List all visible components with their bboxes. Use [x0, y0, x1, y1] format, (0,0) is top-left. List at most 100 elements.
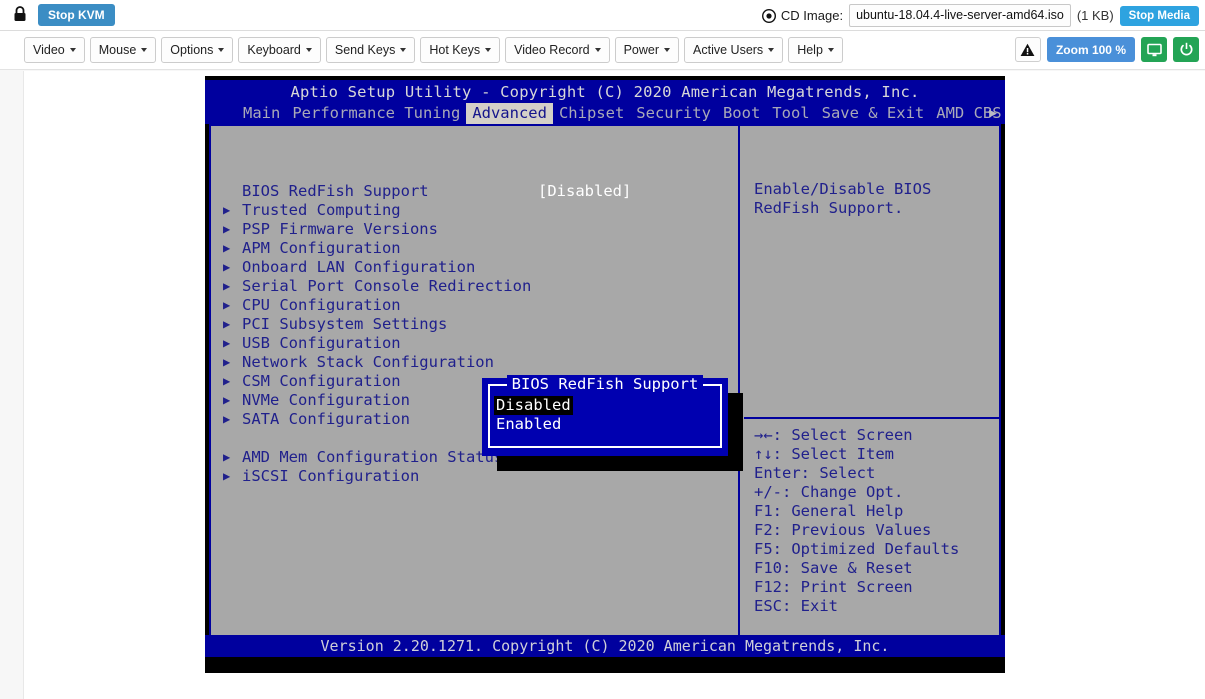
cd-image-size: (1 KB) [1076, 8, 1114, 23]
chevron-down-icon [218, 48, 225, 52]
bios-tab-advanced[interactable]: Advanced [466, 103, 553, 124]
setting-row-serial-port-console-redirection[interactable]: ▶ Serial Port Console Redirection [223, 277, 733, 296]
bios-popup-dialog[interactable]: BIOS RedFish Support Disabled Enabled [482, 375, 728, 456]
bios-titlebar: Aptio Setup Utility - Copyright (C) 2020… [205, 80, 1005, 124]
setting-value: [Disabled] [538, 182, 632, 200]
bios-tab-main[interactable]: Main [237, 103, 286, 124]
setting-label: iSCSI Configuration [242, 467, 420, 485]
setting-row-cpu-configuration[interactable]: ▶ CPU Configuration [223, 296, 733, 315]
submenu-arrow-icon: ▶ [223, 317, 231, 331]
setting-label: AMD Mem Configuration Status [242, 448, 504, 466]
setting-label: USB Configuration [242, 334, 401, 352]
bios-popup-option-list: Disabled Enabled [494, 395, 573, 433]
submenu-arrow-icon: ▶ [223, 450, 231, 464]
setting-label: NVMe Configuration [242, 391, 410, 409]
monitor-icon[interactable] [1141, 37, 1167, 62]
submenu-arrow-icon: ▶ [223, 336, 231, 350]
menu-video[interactable]: Video [24, 37, 85, 63]
bios-console-screen[interactable]: Aptio Setup Utility - Copyright (C) 2020… [205, 76, 1005, 673]
bios-help-description: Enable/Disable BIOS RedFish Support. [754, 180, 932, 217]
menu-options[interactable]: Options [161, 37, 234, 63]
kvm-top-bar: Stop KVM CD Image: ubuntu-18.04.4-live-s… [0, 0, 1205, 31]
menu-mouse[interactable]: Mouse [89, 37, 157, 63]
popup-option-enabled[interactable]: Enabled [494, 415, 563, 434]
key-help-general-help: F1: General Help [754, 502, 904, 520]
submenu-arrow-icon: ▶ [223, 469, 231, 483]
setting-row-trusted-computing[interactable]: ▶ Trusted Computing [223, 201, 733, 220]
menu-video-record-label: Video Record [514, 43, 590, 57]
menu-options-label: Options [170, 43, 214, 57]
menu-video-record[interactable]: Video Record [505, 37, 610, 63]
menu-video-label: Video [33, 43, 65, 57]
setting-label: CPU Configuration [242, 296, 401, 314]
bios-tab-security[interactable]: Security [630, 103, 717, 124]
popup-option-disabled[interactable]: Disabled [494, 396, 573, 415]
setting-row-onboard-lan-configuration[interactable]: ▶ Onboard LAN Configuration [223, 258, 733, 277]
menu-keyboard[interactable]: Keyboard [238, 37, 321, 63]
chevron-down-icon [305, 48, 312, 52]
submenu-arrow-icon: ▶ [223, 393, 231, 407]
bios-tab-save-exit[interactable]: Save & Exit [816, 103, 931, 124]
menu-active-users[interactable]: Active Users [684, 37, 784, 63]
chevron-down-icon [485, 48, 492, 52]
menu-help-label: Help [797, 43, 823, 57]
chevron-down-icon [69, 48, 76, 52]
chevron-down-icon [827, 48, 834, 52]
submenu-arrow-icon: ▶ [223, 298, 231, 312]
setting-label: PSP Firmware Versions [242, 220, 438, 238]
zoom-level-button[interactable]: Zoom 100 % [1046, 37, 1135, 62]
tab-scroll-right-icon[interactable]: ▶ [989, 106, 997, 121]
bios-footer-bar: Version 2.20.1271. Copyright (C) 2020 Am… [205, 635, 1005, 657]
key-help-previous-values: F2: Previous Values [754, 521, 932, 539]
chevron-down-icon [768, 48, 775, 52]
chevron-down-icon [141, 48, 148, 52]
warning-triangle-icon[interactable] [1014, 37, 1041, 62]
setting-row-psp-firmware-versions[interactable]: ▶ PSP Firmware Versions [223, 220, 733, 239]
power-icon[interactable] [1173, 37, 1199, 62]
kvm-menu-toolbar: Video Mouse Options Keyboard Send Keys H… [0, 32, 1205, 70]
submenu-arrow-icon: ▶ [223, 412, 231, 426]
bios-tab-tool[interactable]: Tool [766, 103, 815, 124]
bios-tab-boot[interactable]: Boot [717, 103, 766, 124]
menu-active-users-label: Active Users [693, 43, 764, 57]
submenu-arrow-icon: ▶ [223, 279, 231, 293]
bios-tab-chipset[interactable]: Chipset [553, 103, 630, 124]
setting-label: SATA Configuration [242, 410, 410, 428]
menu-send-keys-label: Send Keys [334, 43, 396, 57]
setting-label: Serial Port Console Redirection [242, 277, 532, 295]
submenu-arrow-icon: ▶ [223, 203, 231, 217]
menu-send-keys[interactable]: Send Keys [325, 37, 416, 63]
setting-row-pci-subsystem-settings[interactable]: ▶ PCI Subsystem Settings [223, 315, 733, 334]
menu-power[interactable]: Power [614, 37, 680, 63]
bios-footer-version: Version 2.20.1271. Copyright (C) 2020 Am… [320, 637, 890, 655]
key-help-select-item: ↑↓: Select Item [754, 445, 894, 463]
menu-help[interactable]: Help [788, 37, 843, 63]
setting-label: BIOS RedFish Support [242, 182, 429, 200]
stop-media-button[interactable]: Stop Media [1119, 5, 1199, 26]
submenu-arrow-icon: ▶ [223, 260, 231, 274]
menu-mouse-label: Mouse [98, 43, 137, 57]
bios-key-help-list: →←: Select Screen ↑↓: Select Item Enter:… [754, 426, 994, 616]
menu-hot-keys[interactable]: Hot Keys [420, 37, 501, 63]
toolbar-right-group: Zoom 100 % [1014, 37, 1199, 62]
setting-label: Trusted Computing [242, 201, 401, 219]
bios-popup-title-text: BIOS RedFish Support [506, 375, 704, 393]
bios-tab-performance-tuning[interactable]: Performance Tuning [286, 103, 466, 124]
setting-label: APM Configuration [242, 239, 401, 257]
setting-row-bios-redfish-support[interactable]: BIOS RedFish Support [Disabled] [223, 182, 733, 201]
submenu-arrow-icon: ▶ [223, 355, 231, 369]
setting-row-usb-configuration[interactable]: ▶ USB Configuration [223, 334, 733, 353]
setting-label: Onboard LAN Configuration [242, 258, 476, 276]
key-help-save-reset: F10: Save & Reset [754, 559, 913, 577]
submenu-arrow-icon: ▶ [223, 374, 231, 388]
stop-kvm-button[interactable]: Stop KVM [38, 4, 115, 26]
bios-title: Aptio Setup Utility - Copyright (C) 2020… [290, 83, 920, 101]
menu-keyboard-label: Keyboard [247, 43, 301, 57]
setting-row-network-stack-configuration[interactable]: ▶ Network Stack Configuration [223, 353, 733, 372]
bios-panel-divider [738, 126, 740, 642]
setting-row-apm-configuration[interactable]: ▶ APM Configuration [223, 239, 733, 258]
chevron-down-icon [664, 48, 671, 52]
popup-option-row: Disabled [494, 395, 573, 415]
chevron-down-icon [594, 48, 601, 52]
key-help-exit: ESC: Exit [754, 597, 838, 615]
